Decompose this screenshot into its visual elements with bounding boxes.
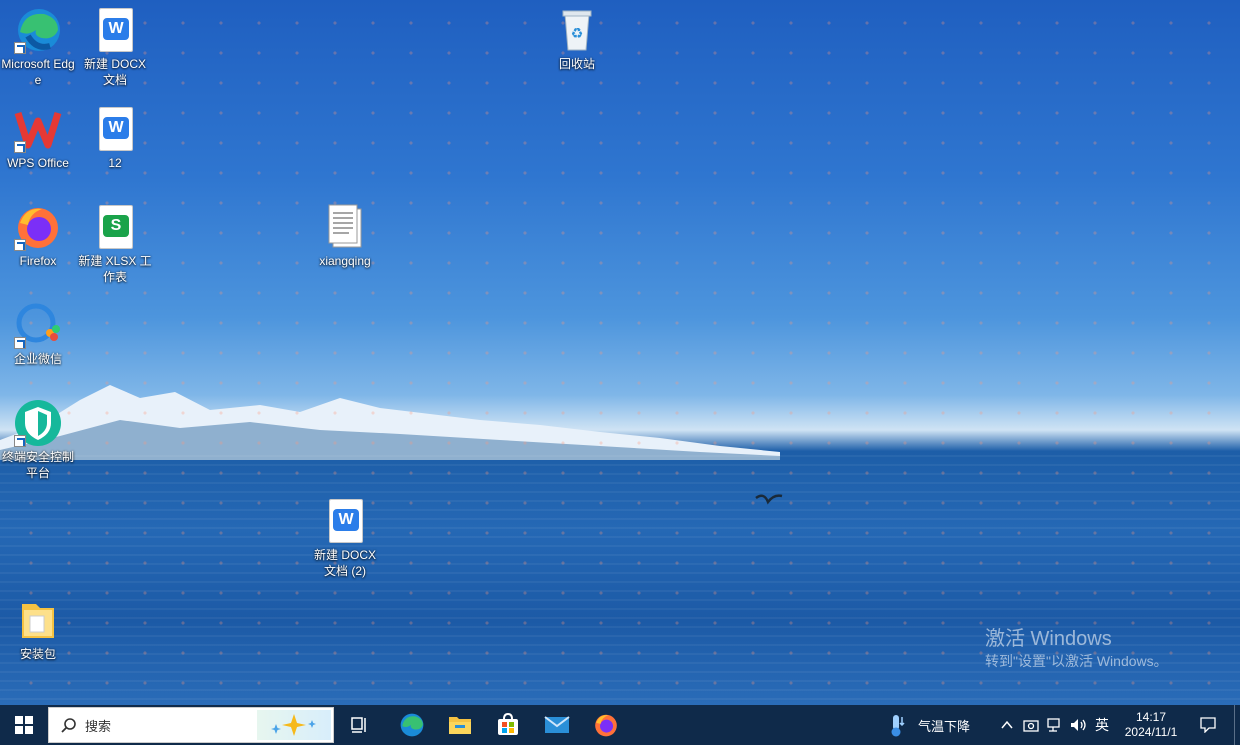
icon-label: 12 bbox=[108, 156, 122, 170]
icon-label: 新建 DOCX 文档 bbox=[83, 57, 146, 87]
input-method-button[interactable]: 英 bbox=[1092, 705, 1112, 745]
icon-label: 新建 XLSX 工作表 bbox=[78, 254, 152, 284]
desktop: Microsoft Edge W 新建 DOCX 文档 ♻ 回收站 WPS Of… bbox=[0, 0, 1240, 705]
windows-logo-icon bbox=[15, 716, 33, 734]
icon-label: WPS Office bbox=[7, 156, 69, 170]
desktop-icon-docx[interactable]: W 新建 DOCX 文档 bbox=[77, 6, 153, 88]
word-document-icon: W bbox=[91, 105, 139, 153]
taskbar: 搜索 气温下降 英 14:17 2024/11/1 bbox=[0, 705, 1240, 745]
thermometer-icon bbox=[891, 715, 905, 737]
icon-label: Firefox bbox=[19, 254, 57, 268]
clock-date: 2024/11/1 bbox=[1124, 725, 1178, 739]
notification-icon bbox=[1200, 717, 1216, 733]
clock-time: 14:17 bbox=[1135, 710, 1167, 724]
taskbar-app-file-explorer[interactable] bbox=[440, 705, 480, 745]
desktop-icon-doc-12[interactable]: W 12 bbox=[77, 105, 153, 171]
start-button[interactable] bbox=[0, 705, 48, 745]
desktop-icon-security-platform[interactable]: 终端安全控制平台 bbox=[0, 399, 76, 481]
desktop-icon-xiangqing[interactable]: xiangqing bbox=[307, 203, 383, 269]
desktop-icon-recycle-bin[interactable]: ♻ 回收站 bbox=[539, 6, 615, 72]
search-icon bbox=[61, 718, 76, 733]
recycle-bin-icon: ♻ bbox=[553, 6, 601, 54]
task-view-icon bbox=[351, 717, 366, 733]
svg-text:♻: ♻ bbox=[571, 25, 584, 41]
taskbar-search-box[interactable]: 搜索 bbox=[48, 707, 334, 743]
network-icon bbox=[1047, 718, 1060, 732]
icon-label: 安装包 bbox=[19, 647, 56, 661]
edge-icon bbox=[14, 6, 62, 54]
shortcut-arrow-icon bbox=[14, 42, 26, 54]
folder-icon bbox=[449, 717, 471, 734]
watermark-subtitle: 转到"设置"以激活 Windows。 bbox=[985, 653, 1168, 669]
icon-label: xiangqing bbox=[319, 254, 371, 268]
word-document-icon: W bbox=[91, 6, 139, 54]
shortcut-arrow-icon bbox=[14, 337, 26, 349]
mountain-range bbox=[0, 385, 780, 460]
show-desktop-button[interactable] bbox=[1234, 705, 1240, 745]
spreadsheet-icon: S bbox=[91, 203, 139, 251]
tray-camera-icon-button[interactable] bbox=[1020, 705, 1042, 745]
task-view-button[interactable] bbox=[342, 705, 378, 745]
desktop-icon-installer[interactable]: 安装包 bbox=[0, 596, 76, 662]
ime-label: 英 bbox=[1095, 717, 1109, 733]
taskbar-app-mail[interactable] bbox=[537, 705, 577, 745]
network-button[interactable] bbox=[1044, 705, 1066, 745]
speaker-icon bbox=[1071, 719, 1086, 731]
shortcut-arrow-icon bbox=[14, 141, 26, 153]
firefox-icon bbox=[14, 203, 62, 251]
desktop-icon-firefox[interactable]: Firefox bbox=[0, 203, 76, 269]
shield-icon bbox=[14, 399, 62, 447]
clock-button[interactable]: 14:17 2024/11/1 bbox=[1116, 705, 1186, 745]
camera-icon bbox=[1023, 720, 1039, 732]
volume-button[interactable] bbox=[1068, 705, 1090, 745]
show-hidden-icons-button[interactable] bbox=[998, 705, 1016, 745]
taskbar-app-firefox[interactable] bbox=[586, 705, 626, 745]
activation-watermark: 激活 Windows 转到"设置"以激活 Windows。 bbox=[985, 627, 1168, 671]
edge-icon bbox=[400, 713, 424, 737]
mail-icon bbox=[544, 716, 570, 733]
firefox-icon bbox=[595, 714, 617, 737]
icon-label: 企业微信 bbox=[13, 352, 62, 366]
weather-text: 气温下降 bbox=[918, 718, 971, 734]
chevron-up-icon bbox=[1001, 720, 1013, 729]
wecom-icon bbox=[14, 301, 62, 349]
icon-label: 新建 DOCX 文档 (2) bbox=[313, 548, 376, 578]
taskbar-app-microsoft-store[interactable] bbox=[488, 705, 528, 745]
watermark-title: 激活 Windows bbox=[985, 628, 1112, 650]
desktop-icon-edge[interactable]: Microsoft Edge bbox=[0, 6, 76, 88]
search-highlight-image bbox=[257, 710, 331, 740]
sparkle-icon bbox=[271, 714, 316, 736]
desktop-icon-docx-2[interactable]: W 新建 DOCX 文档 (2) bbox=[307, 497, 383, 579]
icon-label: Microsoft Edge bbox=[1, 57, 75, 87]
notification-button[interactable] bbox=[1196, 705, 1220, 745]
text-file-icon bbox=[321, 203, 369, 251]
icon-label: 终端安全控制平台 bbox=[1, 450, 74, 480]
seagull-image bbox=[755, 494, 783, 505]
desktop-icon-wecom[interactable]: 企业微信 bbox=[0, 301, 76, 367]
shortcut-arrow-icon bbox=[14, 435, 26, 447]
shortcut-arrow-icon bbox=[14, 239, 26, 251]
desktop-icon-wps-office[interactable]: WPS Office bbox=[0, 105, 76, 171]
search-placeholder: 搜索 bbox=[85, 718, 112, 734]
icon-label: 回收站 bbox=[558, 57, 595, 71]
taskbar-app-edge[interactable] bbox=[392, 705, 432, 745]
desktop-icon-xlsx[interactable]: S 新建 XLSX 工作表 bbox=[77, 203, 153, 285]
wps-office-icon bbox=[14, 105, 62, 153]
weather-widget[interactable]: 气温下降 bbox=[886, 705, 982, 745]
store-icon bbox=[498, 713, 518, 735]
word-document-icon: W bbox=[321, 497, 369, 545]
folder-icon bbox=[14, 596, 62, 644]
